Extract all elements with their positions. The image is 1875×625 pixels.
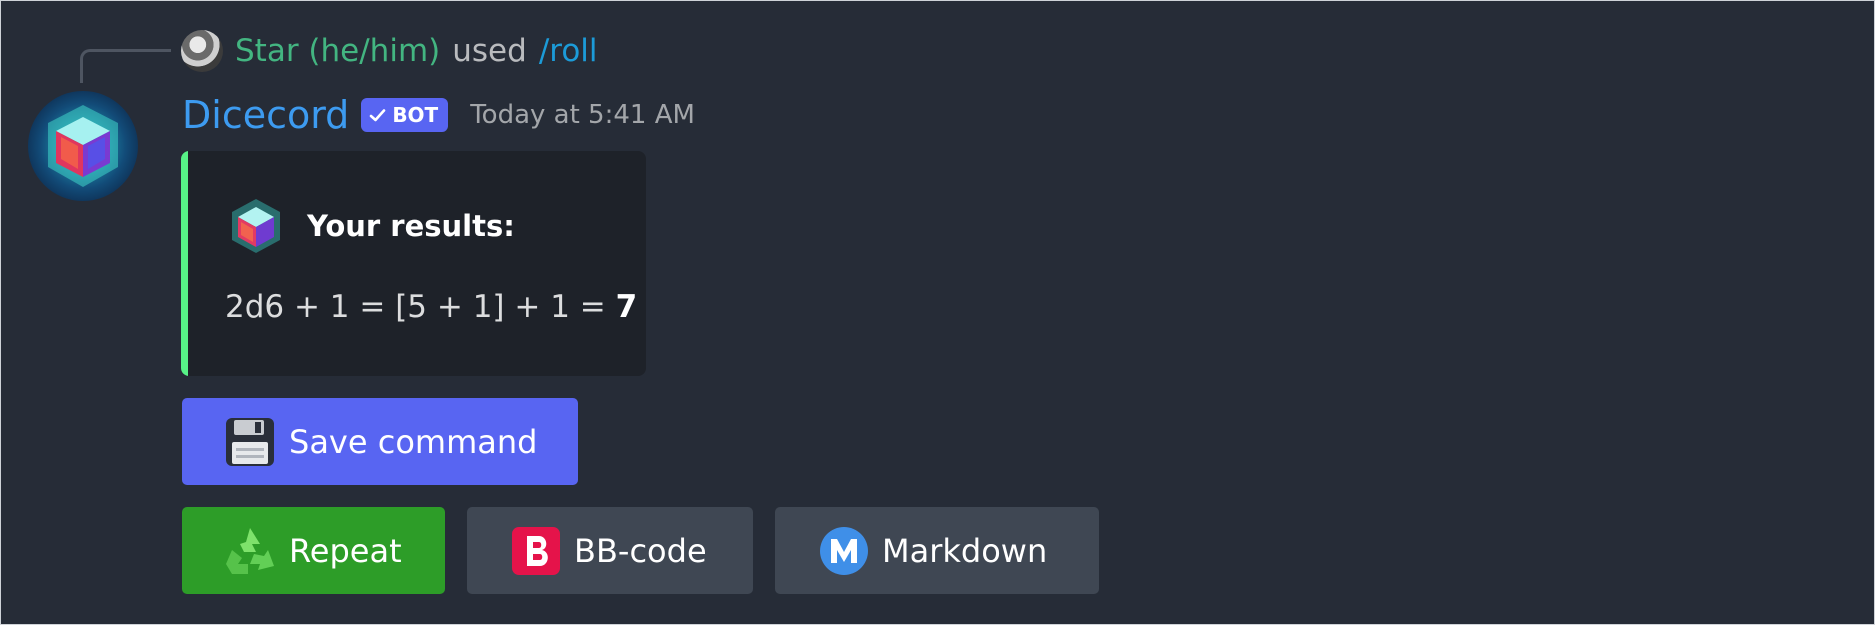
- reply-context[interactable]: Star (he/him) used /roll: [181, 27, 598, 75]
- message-timestamp[interactable]: Today at 5:41 AM: [470, 100, 695, 130]
- dice-cube-icon: [232, 199, 280, 253]
- bot-avatar[interactable]: [28, 91, 138, 201]
- result-embed: Your results: 2d6 + 1 = [5 + 1] + 1 = 7: [181, 151, 646, 376]
- bbcode-button[interactable]: BB-code: [467, 507, 753, 594]
- bot-username[interactable]: Dicecord: [182, 93, 349, 137]
- bot-tag-badge: BOT: [361, 98, 449, 132]
- recycle-icon: [226, 527, 274, 574]
- markdown-button[interactable]: Markdown: [775, 507, 1099, 594]
- embed-author: Your results:: [229, 197, 515, 255]
- dice-cube-icon: [48, 105, 118, 187]
- m-letter-icon: [820, 526, 868, 575]
- checkmark-icon: [370, 108, 386, 121]
- roll-expression-text: 2d6 + 1 = [5 + 1] + 1 =: [225, 289, 616, 325]
- reply-command[interactable]: /roll: [539, 33, 598, 69]
- bot-tag-label: BOT: [392, 103, 439, 127]
- bbcode-label: BB-code: [574, 531, 707, 570]
- roll-total: 7: [615, 289, 638, 325]
- reply-used-text: used: [452, 33, 527, 69]
- message-header: Dicecord BOT Today at 5:41 AM: [182, 91, 695, 139]
- floppy-disk-icon: [226, 417, 274, 466]
- markdown-label: Markdown: [882, 531, 1048, 570]
- save-command-label: Save command: [289, 422, 538, 461]
- repeat-label: Repeat: [289, 531, 402, 570]
- replied-user-avatar[interactable]: [181, 30, 223, 72]
- embed-accent-bar: [181, 151, 188, 376]
- embed-title: Your results:: [307, 209, 515, 243]
- replied-username[interactable]: Star (he/him): [235, 33, 440, 69]
- save-command-button[interactable]: Save command: [182, 398, 578, 485]
- b-letter-icon: [512, 526, 560, 575]
- discord-message-view: Star (he/him) used /roll Dicecord BOT To…: [0, 0, 1875, 625]
- repeat-button[interactable]: Repeat: [182, 507, 445, 594]
- roll-expression: 2d6 + 1 = [5 + 1] + 1 = 7: [225, 289, 637, 325]
- reply-connector-line: [80, 49, 171, 83]
